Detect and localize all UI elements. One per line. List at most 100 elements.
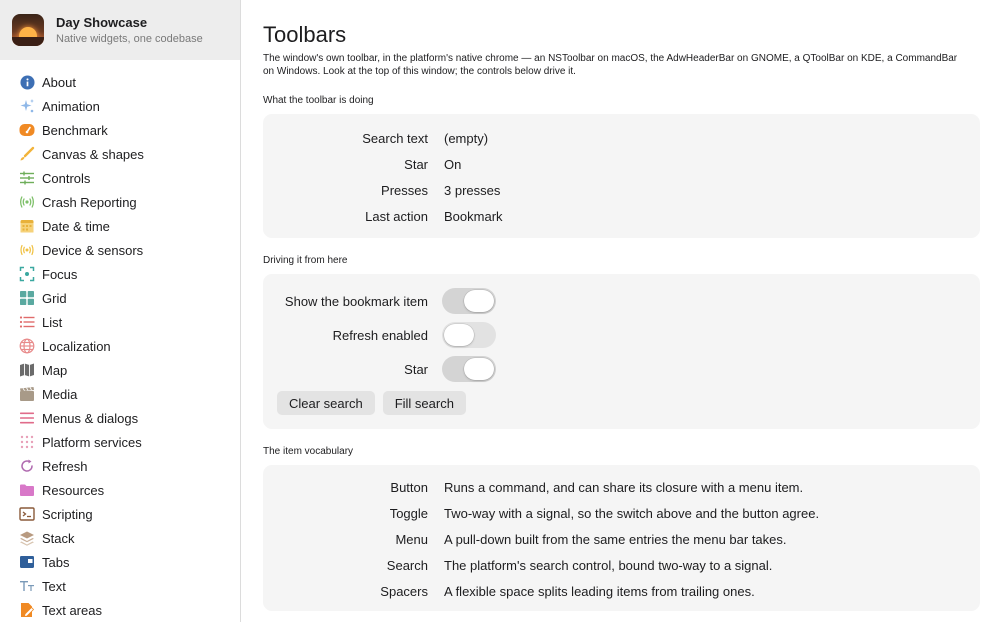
status-key: Presses [381,182,428,198]
sidebar-item-platform-services[interactable]: Platform services [0,430,240,454]
list-icon [19,314,35,330]
toggle-label: Refresh enabled [332,327,428,343]
status-section-title: What the toolbar is doing [263,95,374,106]
sidebar-item-controls[interactable]: Controls [0,166,240,190]
vocab-term: Button [390,479,428,495]
calendar-icon [19,218,35,234]
sidebar-item-label: Text areas [42,602,102,618]
sidebar-nav: About Animation Benchmark Canvas & shape… [0,60,240,622]
sidebar-item-focus[interactable]: Focus [0,262,240,286]
status-value: Bookmark [444,208,503,224]
sidebar-item-label: Stack [42,530,75,546]
sidebar-item-label: Tabs [42,554,70,570]
status-key: Search text [362,130,428,146]
sidebar-item-crash-reporting[interactable]: Crash Reporting [0,190,240,214]
toggle-row-refresh-enabled: Refresh enabled [277,318,980,352]
sidebar-item-label: List [42,314,63,330]
sidebar-item-about[interactable]: About [0,70,240,94]
vocab-term: Search [386,557,428,573]
vocab-definition: The platform's search control, bound two… [444,557,773,573]
status-row: Star On [263,151,980,177]
sidebar-item-label: Media [42,386,78,402]
status-value: On [444,156,462,172]
button-row: Clear search Fill search [277,391,980,415]
dots-grid-icon [19,434,35,450]
refresh-enabled-toggle[interactable] [442,322,496,348]
app-title-block: Day Showcase Native widgets, one codebas… [56,15,203,46]
sidebar-item-stack[interactable]: Stack [0,526,240,550]
brush-icon [19,146,35,162]
sidebar-item-grid[interactable]: Grid [0,286,240,310]
document-edit-icon [19,602,35,618]
toggle-label: Show the bookmark item [284,293,428,309]
stack-icon [19,530,35,546]
status-value: 3 presses [444,182,501,198]
sidebar-item-tabs[interactable]: Tabs [0,550,240,574]
tabs-icon [19,554,35,570]
status-row: Last action Bookmark [263,203,980,229]
focus-icon [19,266,35,282]
drive-card: Show the bookmark item Refresh enabled S… [263,274,980,429]
globe-icon [19,338,35,354]
vocab-term: Menu [395,531,428,547]
sidebar-item-media[interactable]: Media [0,382,240,406]
status-row: Presses 3 presses [263,177,980,203]
sidebar-item-map[interactable]: Map [0,358,240,382]
sidebar-item-resources[interactable]: Resources [0,478,240,502]
sidebar-item-menus-dialogs[interactable]: Menus & dialogs [0,406,240,430]
sidebar-item-text-areas[interactable]: Text areas [0,598,240,622]
sidebar-item-label: Resources [42,482,105,498]
folder-icon [19,482,35,498]
gauge-icon [19,122,35,138]
sidebar-item-text[interactable]: Text [0,574,240,598]
status-value: (empty) [444,130,489,146]
sidebar-item-canvas-shapes[interactable]: Canvas & shapes [0,142,240,166]
toggle-label: Star [404,361,428,377]
sidebar-item-label: Focus [42,266,78,282]
sidebar-item-label: Map [42,362,68,378]
map-icon [19,362,35,378]
sidebar-item-label: Device & sensors [42,242,144,258]
vocab-definition: Runs a command, and can share its closur… [444,479,804,495]
app-subtitle: Native widgets, one codebase [56,32,203,45]
toggle-row-star: Star [277,352,980,386]
sidebar-item-label: Benchmark [42,122,108,138]
sunset-app-icon [12,14,44,46]
sidebar-item-device-sensors[interactable]: Device & sensors [0,238,240,262]
sidebar-item-list[interactable]: List [0,310,240,334]
star-toggle[interactable] [442,356,496,382]
broadcast-icon [19,194,35,210]
show-bookmark-toggle[interactable] [442,288,496,314]
sidebar-item-localization[interactable]: Localization [0,334,240,358]
main-content: Toolbars The window's own toolbar, in th… [241,0,1000,622]
sidebar-item-date-time[interactable]: Date & time [0,214,240,238]
toggle-knob [464,358,494,380]
vocab-term: Toggle [389,505,428,521]
refresh-icon [19,458,35,474]
status-row: Search text (empty) [263,125,980,151]
fill-search-button[interactable]: Fill search [382,391,466,415]
sidebar-item-label: Scripting [42,506,93,522]
sidebar-item-scripting[interactable]: Scripting [0,502,240,526]
vocab-section-title: The item vocabulary [263,446,354,457]
vocab-definition: A pull-down built from the same entries … [444,531,787,547]
sidebar-item-label: Refresh [42,458,88,474]
sidebar-item-refresh[interactable]: Refresh [0,454,240,478]
sidebar-item-label: Menus & dialogs [42,410,139,426]
sensor-icon [19,242,35,258]
sidebar-item-animation[interactable]: Animation [0,94,240,118]
sidebar-item-label: Grid [42,290,67,306]
info-icon [19,74,35,90]
sidebar: Day Showcase Native widgets, one codebas… [0,0,241,622]
drive-section-title: Driving it from here [263,255,348,266]
sidebar-item-label: Text [42,578,66,594]
status-key: Star [404,156,428,172]
clear-search-button[interactable]: Clear search [277,391,375,415]
vocab-row: Spacers A flexible space splits leading … [263,578,980,604]
status-key: Last action [365,208,428,224]
sidebar-item-benchmark[interactable]: Benchmark [0,118,240,142]
toggle-knob [464,290,494,312]
vocab-row: Toggle Two-way with a signal, so the swi… [263,500,980,526]
grid-icon [19,290,35,306]
toggle-knob [444,324,474,346]
